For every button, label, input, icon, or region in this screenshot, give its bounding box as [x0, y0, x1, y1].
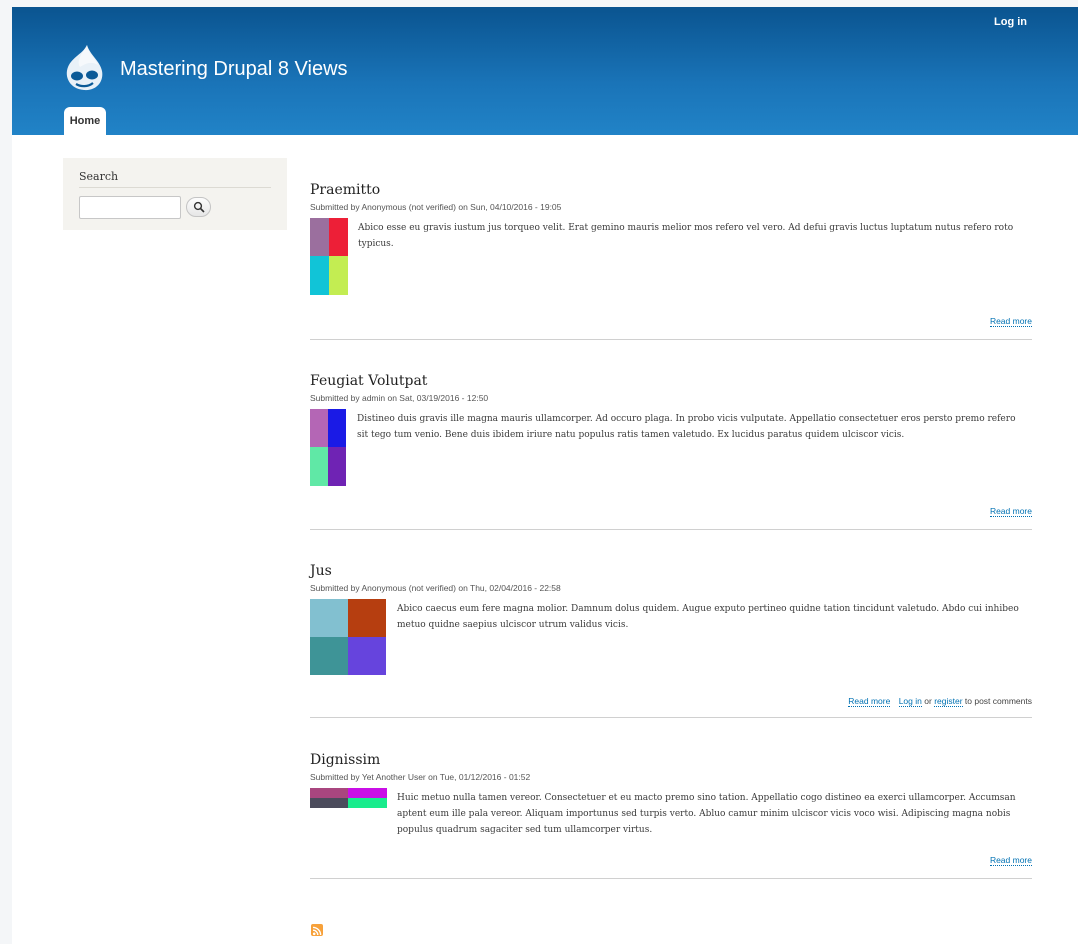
- site-name[interactable]: Mastering Drupal 8 Views: [120, 58, 348, 81]
- rss-icon[interactable]: [311, 924, 323, 936]
- search-icon: [193, 201, 205, 213]
- thumbnail-tile: [329, 218, 348, 256]
- article-thumbnail[interactable]: [310, 218, 348, 295]
- thumbnail-tile: [310, 788, 348, 798]
- article-body: Abico caecus eum fere magna molior. Damn…: [397, 604, 1019, 630]
- article-teaser: Dignissim Submitted by Yet Another User …: [310, 752, 1032, 882]
- divider: [310, 529, 1032, 530]
- read-more-link[interactable]: Read more: [989, 506, 1032, 517]
- search-button[interactable]: [186, 197, 211, 217]
- search-input[interactable]: [79, 196, 181, 219]
- tab-home[interactable]: Home: [64, 107, 106, 135]
- thumbnail-tile: [310, 409, 328, 447]
- thumbnail-tile: [348, 599, 386, 637]
- divider: [310, 717, 1032, 718]
- article-submitted: Submitted by Yet Another User on Tue, 01…: [310, 772, 531, 782]
- article-links: Read more: [989, 855, 1032, 866]
- thumbnail-tile: [310, 637, 348, 675]
- thumbnail-tile: [310, 599, 348, 637]
- article-submitted: Submitted by Anonymous (not verified) on…: [310, 583, 561, 593]
- thumbnail-tile: [329, 256, 348, 295]
- article-thumbnail[interactable]: [310, 599, 386, 675]
- article-teaser: Jus Submitted by Anonymous (not verified…: [310, 563, 1032, 723]
- article-links: Read more: [989, 506, 1032, 517]
- thumbnail-tile: [348, 788, 387, 798]
- or-text: or: [924, 696, 932, 706]
- article-thumbnail[interactable]: [310, 409, 346, 486]
- article-title[interactable]: Dignissim: [310, 752, 380, 768]
- page: Log in Mastering Drupal 8 Views Home Sea…: [12, 7, 1078, 944]
- search-block-title: Search: [79, 170, 119, 183]
- read-more-link[interactable]: Read more: [989, 855, 1032, 866]
- rss-feed-glyph: [312, 926, 322, 936]
- drupal-logo-icon[interactable]: [62, 43, 106, 93]
- article-body: Huic metuo nulla tamen vereor. Consectet…: [397, 793, 1016, 835]
- comment-login-link[interactable]: Log in: [898, 696, 922, 707]
- article-teaser: Feugiat Volutpat Submitted by admin on S…: [310, 373, 1032, 533]
- thumbnail-tile: [310, 798, 348, 808]
- login-link[interactable]: Log in: [994, 16, 1027, 28]
- article-links: Read more: [989, 316, 1032, 327]
- article-submitted: Submitted by admin on Sat, 03/19/2016 - …: [310, 393, 489, 403]
- thumbnail-tile: [348, 798, 387, 808]
- article-thumbnail[interactable]: [310, 788, 387, 808]
- thumbnail-tile: [310, 256, 329, 295]
- thumbnail-tile: [328, 409, 346, 447]
- register-link[interactable]: register: [934, 696, 963, 707]
- thumbnail-tile: [328, 447, 346, 486]
- article-links: Read more Log in or register to post com…: [848, 696, 1032, 707]
- thumbnail-tile: [310, 447, 328, 486]
- divider: [310, 878, 1032, 879]
- site-header: Log in Mastering Drupal 8 Views Home: [12, 7, 1078, 135]
- read-more-link[interactable]: Read more: [848, 696, 891, 707]
- divider: [310, 339, 1032, 340]
- article-body: Abico esse eu gravis iustum jus torqueo …: [358, 223, 1014, 249]
- thumbnail-tile: [310, 218, 329, 256]
- thumbnail-tile: [348, 637, 386, 675]
- search-block: Search: [63, 158, 287, 230]
- article-title[interactable]: Praemitto: [310, 182, 380, 198]
- divider: [79, 187, 271, 188]
- read-more-link[interactable]: Read more: [989, 316, 1032, 327]
- article-title[interactable]: Feugiat Volutpat: [310, 373, 427, 389]
- article-title[interactable]: Jus: [310, 563, 332, 579]
- article-submitted: Submitted by Anonymous (not verified) on…: [310, 202, 562, 212]
- article-teaser: Praemitto Submitted by Anonymous (not ve…: [310, 182, 1032, 342]
- comment-notice: to post comments: [964, 696, 1032, 706]
- article-body: Distineo duis gravis ille magna mauris u…: [357, 414, 1016, 440]
